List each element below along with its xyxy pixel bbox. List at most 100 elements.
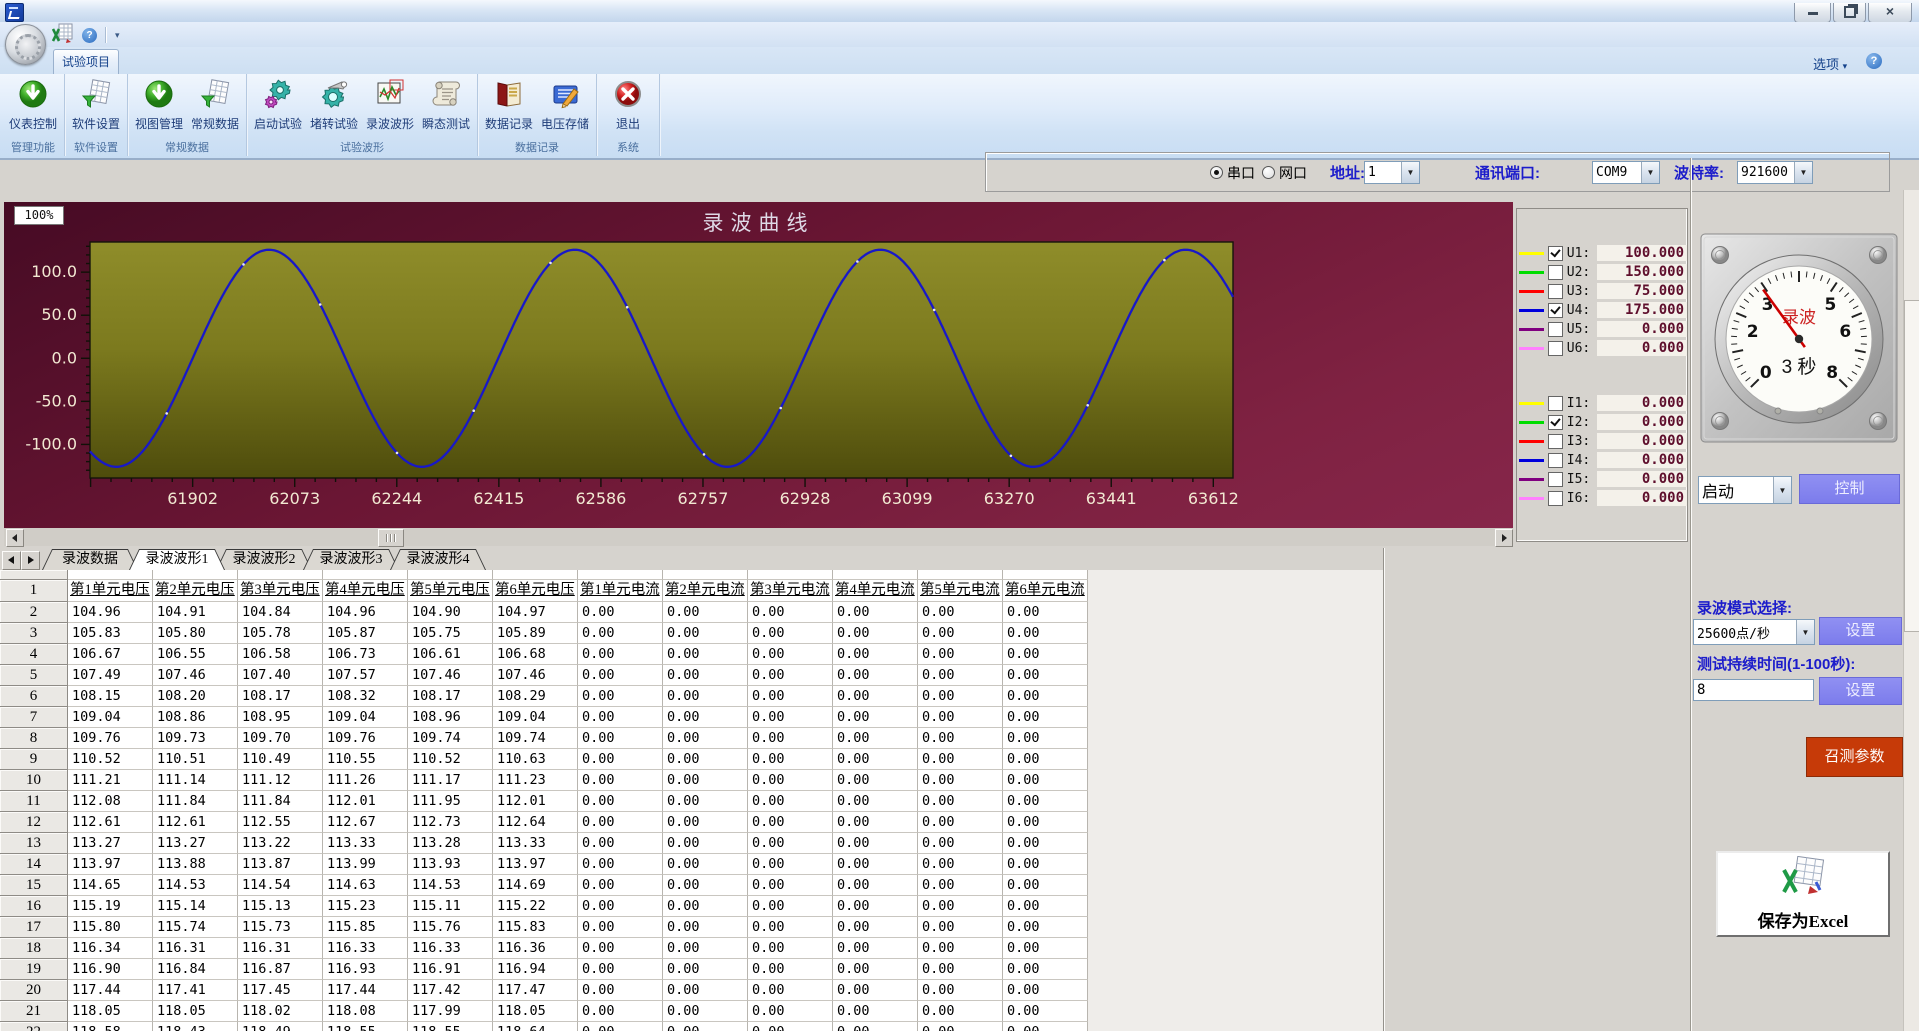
table-cell[interactable]: 0.00 — [833, 959, 918, 980]
table-cell[interactable]: 0.00 — [918, 749, 1003, 770]
table-cell[interactable]: 107.40 — [238, 665, 323, 686]
table-cell[interactable]: 109.04 — [323, 707, 408, 728]
sheet-tab-0[interactable]: 录波数据 — [42, 549, 138, 570]
table-cell[interactable]: 0.00 — [918, 938, 1003, 959]
table-cell[interactable]: 117.45 — [238, 980, 323, 1001]
table-cell[interactable]: 112.61 — [153, 812, 238, 833]
table-cell[interactable]: 109.70 — [238, 728, 323, 749]
table-cell[interactable]: 0.00 — [578, 1022, 663, 1031]
table-cell[interactable]: 106.68 — [493, 644, 578, 665]
table-cell[interactable]: 116.31 — [238, 938, 323, 959]
table-cell[interactable]: 114.53 — [153, 875, 238, 896]
column-header[interactable]: 第1单元电流 — [578, 580, 663, 602]
table-cell[interactable]: 0.00 — [578, 1001, 663, 1022]
table-cell[interactable]: 117.47 — [493, 980, 578, 1001]
column-header[interactable]: 第4单元电压 — [323, 580, 408, 602]
table-cell[interactable]: 113.33 — [323, 833, 408, 854]
table-cell[interactable]: 116.36 — [493, 938, 578, 959]
options-menu[interactable]: 选项 ▾ — [1813, 54, 1847, 73]
table-cell[interactable]: 117.99 — [408, 1001, 493, 1022]
row-number[interactable]: 12 — [0, 812, 68, 833]
table-cell[interactable]: 0.00 — [833, 938, 918, 959]
table-cell[interactable]: 0.00 — [578, 665, 663, 686]
table-cell[interactable]: 111.95 — [408, 791, 493, 812]
row-number[interactable]: 19 — [0, 959, 68, 980]
channel-checkbox-u4[interactable] — [1548, 303, 1563, 318]
row-number[interactable]: 3 — [0, 623, 68, 644]
table-cell[interactable]: 0.00 — [918, 959, 1003, 980]
table-cell[interactable]: 0.00 — [578, 728, 663, 749]
table-cell[interactable]: 0.00 — [918, 1022, 1003, 1031]
table-cell[interactable]: 0.00 — [918, 644, 1003, 665]
table-cell[interactable]: 108.95 — [238, 707, 323, 728]
table-cell[interactable]: 105.80 — [153, 623, 238, 644]
channel-checkbox-u6[interactable] — [1548, 341, 1563, 356]
table-cell[interactable]: 113.93 — [408, 854, 493, 875]
table-cell[interactable]: 0.00 — [1003, 686, 1088, 707]
help-icon[interactable]: ? — [82, 28, 97, 43]
table-cell[interactable]: 110.51 — [153, 749, 238, 770]
table-cell[interactable]: 0.00 — [663, 833, 748, 854]
table-cell[interactable]: 115.80 — [68, 917, 153, 938]
column-header[interactable]: 第5单元电压 — [408, 580, 493, 602]
table-cell[interactable]: 116.87 — [238, 959, 323, 980]
table-cell[interactable]: 0.00 — [748, 833, 833, 854]
table-cell[interactable]: 0.00 — [1003, 854, 1088, 875]
table-cell[interactable]: 0.00 — [833, 728, 918, 749]
table-cell[interactable]: 107.46 — [153, 665, 238, 686]
row-number[interactable]: 9 — [0, 749, 68, 770]
table-cell[interactable]: 115.13 — [238, 896, 323, 917]
table-cell[interactable]: 111.26 — [323, 770, 408, 791]
table-cell[interactable]: 115.14 — [153, 896, 238, 917]
table-cell[interactable]: 0.00 — [578, 812, 663, 833]
table-cell[interactable]: 0.00 — [748, 644, 833, 665]
column-header[interactable]: 第2单元电压 — [153, 580, 238, 602]
table-cell[interactable]: 0.00 — [833, 896, 918, 917]
row-number[interactable]: 7 — [0, 707, 68, 728]
table-cell[interactable]: 0.00 — [918, 707, 1003, 728]
table-cell[interactable]: 118.49 — [238, 1022, 323, 1031]
table-cell[interactable]: 0.00 — [748, 1001, 833, 1022]
table-cell[interactable]: 106.73 — [323, 644, 408, 665]
table-cell[interactable]: 113.99 — [323, 854, 408, 875]
row-number[interactable]: 1 — [0, 580, 68, 602]
table-cell[interactable]: 104.96 — [68, 602, 153, 623]
set-mode-button[interactable]: 设置 — [1819, 617, 1902, 645]
table-cell[interactable]: 113.33 — [493, 833, 578, 854]
table-cell[interactable]: 105.87 — [323, 623, 408, 644]
table-cell[interactable]: 0.00 — [833, 1022, 918, 1031]
column-header[interactable]: 第1单元电压 — [68, 580, 153, 602]
table-cell[interactable]: 0.00 — [663, 1022, 748, 1031]
row-number[interactable]: 16 — [0, 896, 68, 917]
sheet-tab-4[interactable]: 录波波形4 — [390, 549, 486, 570]
sheet-tab-3[interactable]: 录波波形3 — [303, 549, 399, 570]
control-button[interactable]: 控制 — [1799, 474, 1900, 504]
row-number[interactable]: 18 — [0, 938, 68, 959]
table-cell[interactable]: 0.00 — [748, 1022, 833, 1031]
table-cell[interactable]: 114.63 — [323, 875, 408, 896]
table-cell[interactable]: 0.00 — [1003, 602, 1088, 623]
table-cell[interactable]: 112.61 — [68, 812, 153, 833]
channel-checkbox-i5[interactable] — [1548, 472, 1563, 487]
row-number[interactable]: 4 — [0, 644, 68, 665]
table-cell[interactable]: 0.00 — [918, 854, 1003, 875]
channel-checkbox-i4[interactable] — [1548, 453, 1563, 468]
table-cell[interactable]: 118.05 — [493, 1001, 578, 1022]
table-cell[interactable]: 0.00 — [1003, 1001, 1088, 1022]
application-menu-button[interactable] — [5, 24, 46, 65]
table-cell[interactable]: 107.49 — [68, 665, 153, 686]
channel-checkbox-u5[interactable] — [1548, 322, 1563, 337]
table-cell[interactable]: 0.00 — [663, 854, 748, 875]
table-cell[interactable]: 116.90 — [68, 959, 153, 980]
table-cell[interactable]: 0.00 — [578, 602, 663, 623]
close-button[interactable]: × — [1868, 3, 1912, 23]
customize-arrow-icon[interactable]: ▾ — [115, 30, 120, 41]
column-header[interactable]: 第3单元电流 — [748, 580, 833, 602]
table-cell[interactable]: 0.00 — [1003, 896, 1088, 917]
table-cell[interactable]: 0.00 — [578, 623, 663, 644]
table-cell[interactable]: 108.15 — [68, 686, 153, 707]
row-number[interactable]: 10 — [0, 770, 68, 791]
table-cell[interactable]: 111.23 — [493, 770, 578, 791]
table-cell[interactable]: 113.87 — [238, 854, 323, 875]
table-cell[interactable]: 0.00 — [1003, 728, 1088, 749]
